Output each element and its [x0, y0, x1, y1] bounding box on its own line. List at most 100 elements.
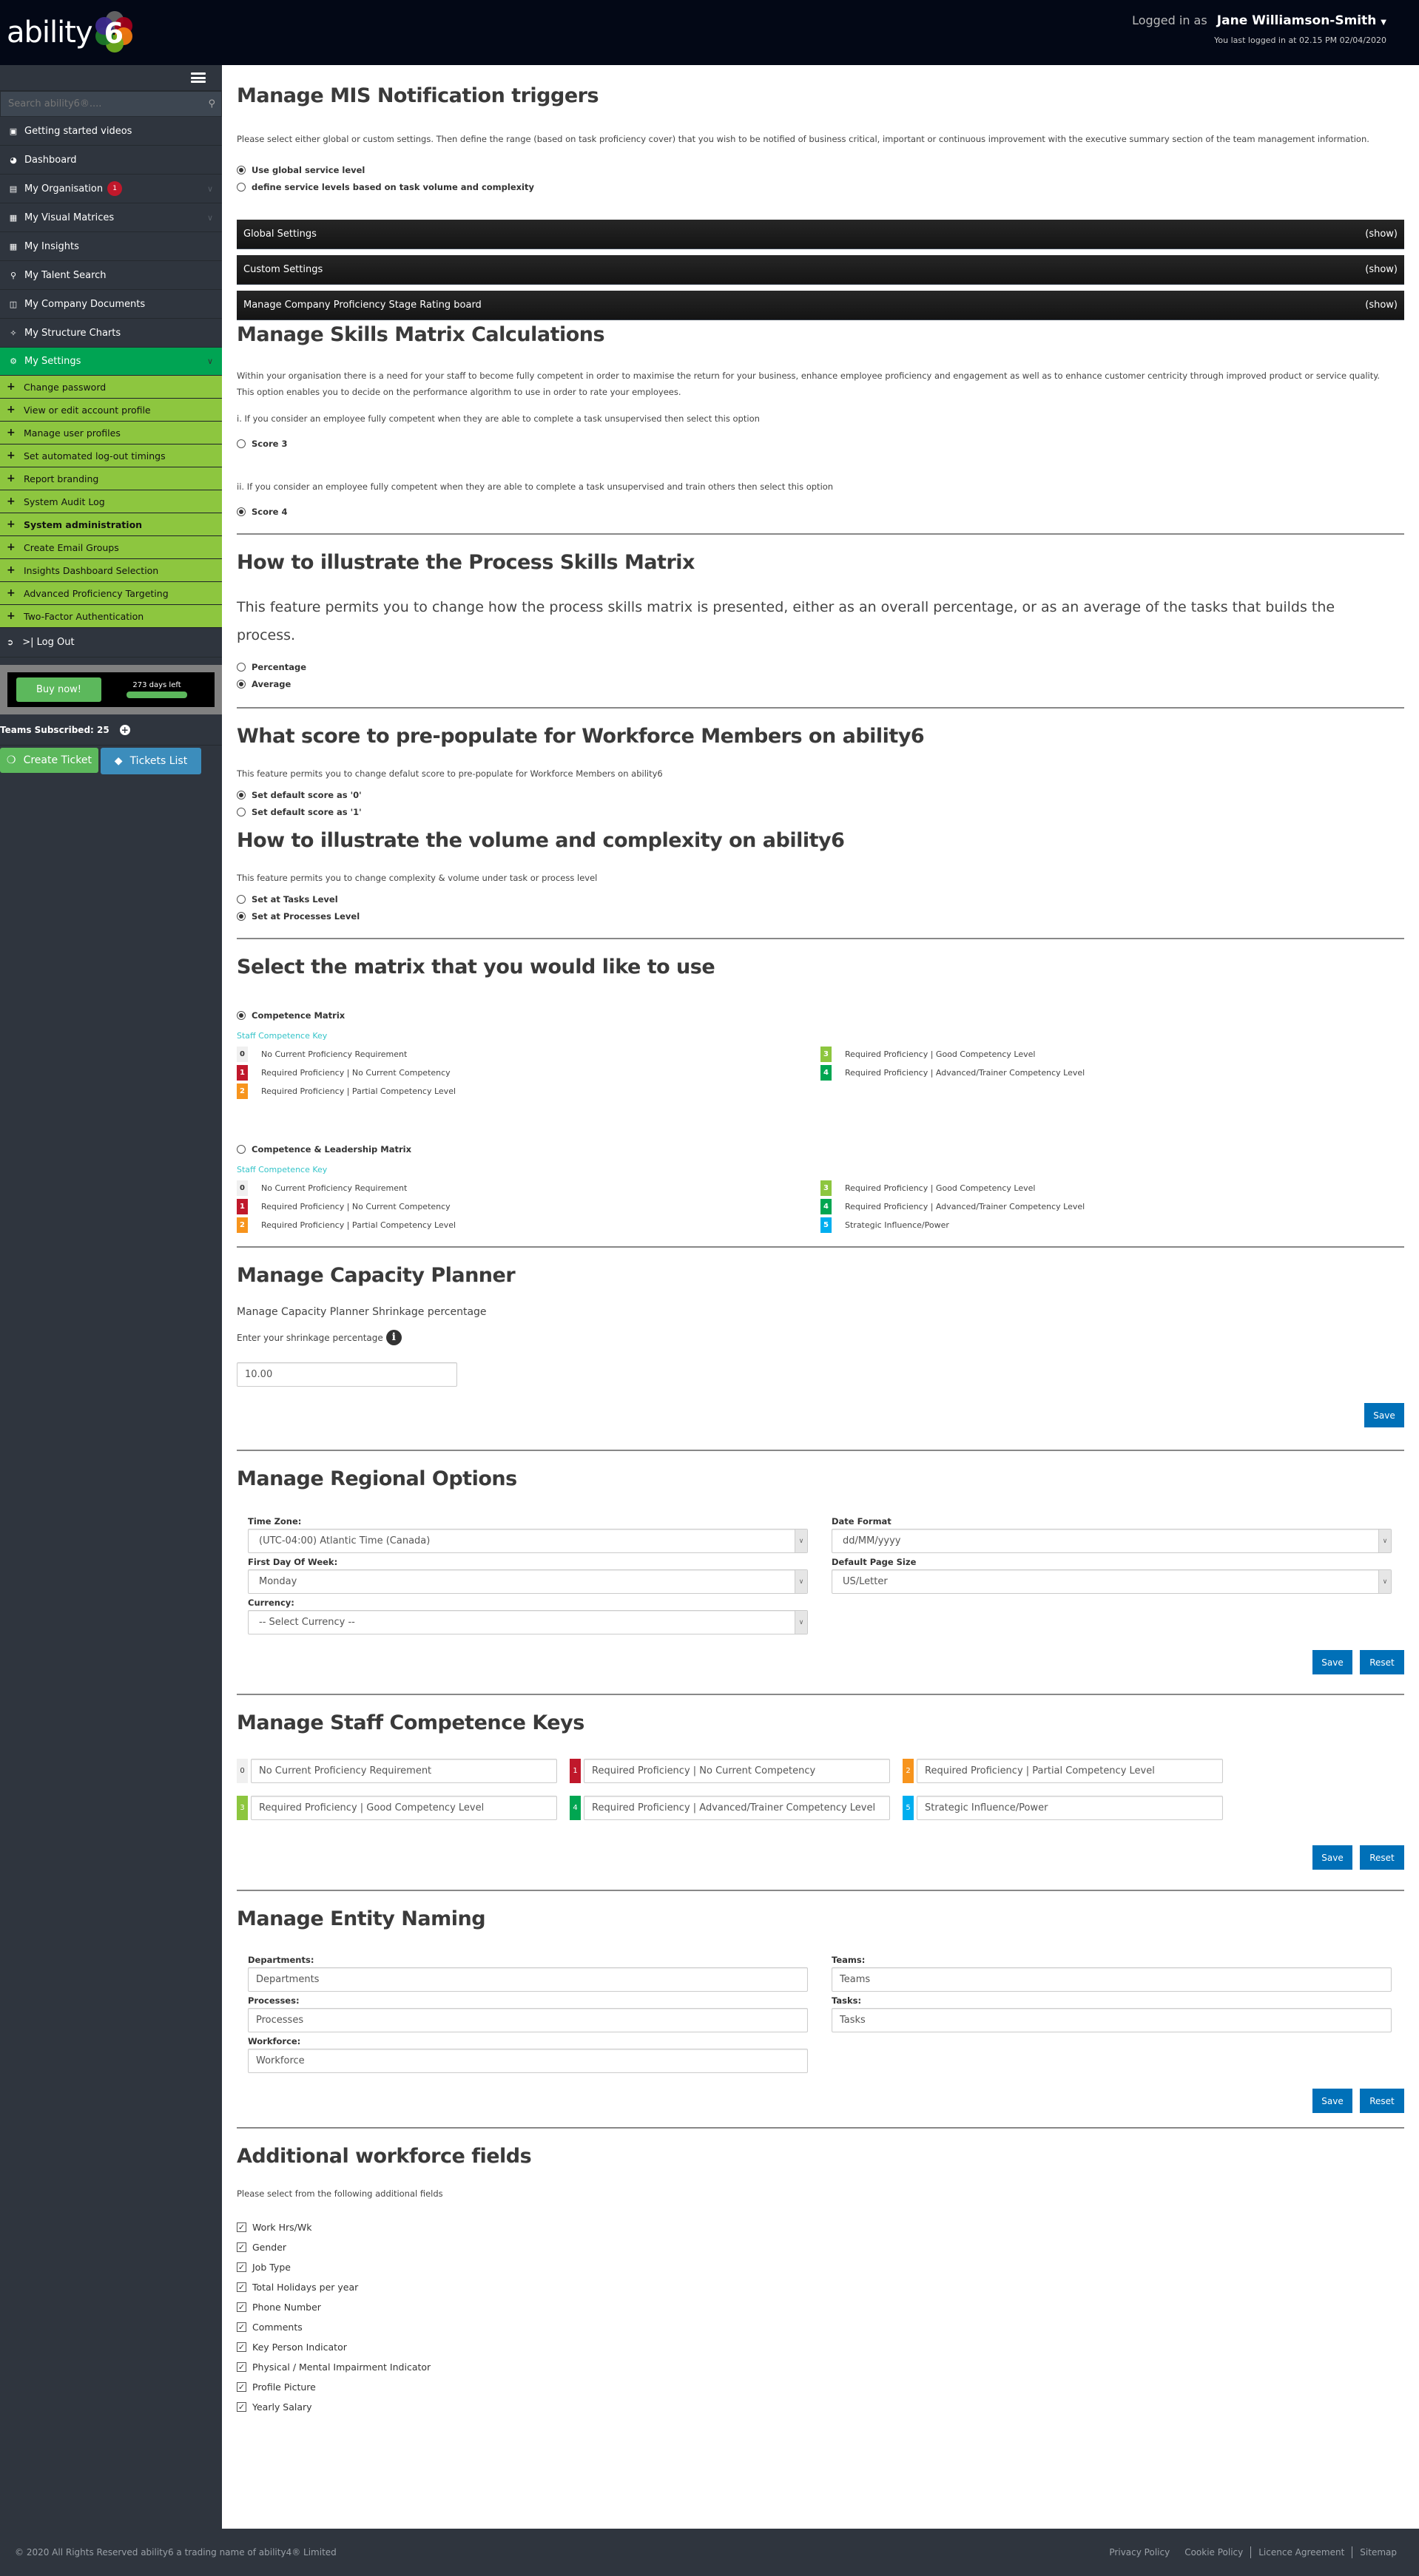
radio-button[interactable]	[237, 507, 246, 516]
additional-field-checkbox-row[interactable]: ✓ Comments	[237, 2317, 1404, 2337]
keys-save-button[interactable]: Save	[1312, 1845, 1352, 1870]
checkbox[interactable]: ✓	[237, 2222, 246, 2232]
logout-link[interactable]: ➲ >| Log Out	[0, 628, 222, 657]
radio-score-3[interactable]: Score 3	[237, 435, 1404, 452]
entity-reset-button[interactable]: Reset	[1360, 2089, 1404, 2113]
first-day-select[interactable]: Monday ∨	[248, 1569, 808, 1594]
radio-leadership-matrix[interactable]: Competence & Leadership Matrix	[237, 1140, 1404, 1157]
currency-select[interactable]: -- Select Currency -- ∨	[248, 1610, 808, 1634]
sidebar-subitem-system-administration[interactable]: + System administration	[0, 513, 222, 536]
additional-field-checkbox-row[interactable]: ✓ Job Type	[237, 2257, 1404, 2277]
show-toggle[interactable]: (show)	[1365, 229, 1398, 240]
sidebar-subitem-audit-log[interactable]: + System Audit Log	[0, 490, 222, 513]
additional-field-checkbox-row[interactable]: ✓ Yearly Salary	[237, 2397, 1404, 2417]
panel-global-settings[interactable]: Global Settings (show)	[237, 220, 1404, 249]
tickets-list-button[interactable]: ◆ Tickets List	[101, 748, 201, 774]
key-label-input[interactable]: Required Proficiency | Advanced/Trainer …	[584, 1796, 890, 1820]
teams-input[interactable]: Teams	[832, 1967, 1392, 1992]
checkbox[interactable]: ✓	[237, 2402, 246, 2412]
radio-processes-level[interactable]: Set at Processes Level	[237, 907, 1404, 924]
key-label-input[interactable]: Strategic Influence/Power	[917, 1796, 1223, 1820]
key-label-input[interactable]: Required Proficiency | Partial Competenc…	[917, 1759, 1223, 1783]
processes-input[interactable]: Processes	[248, 2008, 808, 2032]
footer-link[interactable]: Sitemap	[1352, 2547, 1404, 2558]
sidebar-subitem-proficiency-targeting[interactable]: + Advanced Proficiency Targeting	[0, 582, 222, 605]
checkbox[interactable]: ✓	[237, 2362, 246, 2372]
sidebar-subitem-change-password[interactable]: + Change password	[0, 376, 222, 399]
sidebar-item-my-organisation[interactable]: ▤ My Organisation 1 ∨	[0, 175, 222, 203]
sidebar-toggle[interactable]	[0, 65, 222, 91]
show-toggle[interactable]: (show)	[1365, 264, 1398, 275]
radio-button[interactable]	[237, 165, 246, 175]
capacity-save-button[interactable]: Save	[1364, 1403, 1404, 1427]
sidebar-subitem-report-branding[interactable]: + Report branding	[0, 467, 222, 490]
keys-reset-button[interactable]: Reset	[1360, 1845, 1404, 1870]
footer-link[interactable]: Licence Agreement	[1251, 2547, 1352, 2558]
checkbox[interactable]: ✓	[237, 2282, 246, 2292]
radio-button[interactable]	[237, 679, 246, 689]
tasks-input[interactable]: Tasks	[832, 2008, 1392, 2032]
buy-now-button[interactable]: Buy now!	[16, 677, 101, 702]
radio-custom-service-level[interactable]: define service levels based on task volu…	[237, 178, 1404, 195]
page-size-select[interactable]: US/Letter ∨	[832, 1569, 1392, 1594]
additional-field-checkbox-row[interactable]: ✓ Key Person Indicator	[237, 2337, 1404, 2357]
additional-field-checkbox-row[interactable]: ✓ Gender	[237, 2237, 1404, 2257]
entity-save-button[interactable]: Save	[1312, 2089, 1352, 2113]
panel-custom-settings[interactable]: Custom Settings (show)	[237, 255, 1404, 285]
radio-average[interactable]: Average	[237, 675, 1404, 692]
radio-default-score-0[interactable]: Set default score as '0'	[237, 786, 1404, 803]
checkbox[interactable]: ✓	[237, 2302, 246, 2312]
sidebar-subitem-two-factor[interactable]: + Two-Factor Authentication	[0, 605, 222, 628]
additional-field-checkbox-row[interactable]: ✓ Physical / Mental Impairment Indicator	[237, 2357, 1404, 2377]
radio-button[interactable]	[237, 439, 246, 448]
checkbox[interactable]: ✓	[237, 2262, 246, 2272]
date-format-select[interactable]: dd/MM/yyyy ∨	[832, 1529, 1392, 1553]
sidebar-item-talent-search[interactable]: ⚲ My Talent Search	[0, 261, 222, 290]
show-toggle[interactable]: (show)	[1365, 300, 1398, 311]
sidebar-subitem-user-profiles[interactable]: + Manage user profiles	[0, 422, 222, 444]
radio-button[interactable]	[237, 807, 246, 817]
additional-field-checkbox-row[interactable]: ✓ Work Hrs/Wk	[237, 2217, 1404, 2237]
shrinkage-input[interactable]: 10.00	[237, 1362, 457, 1387]
radio-percentage[interactable]: Percentage	[237, 658, 1404, 675]
create-ticket-button[interactable]: ❍ Create Ticket	[0, 748, 98, 773]
additional-field-checkbox-row[interactable]: ✓ Phone Number	[237, 2297, 1404, 2317]
checkbox[interactable]: ✓	[237, 2382, 246, 2392]
regional-save-button[interactable]: Save	[1312, 1650, 1352, 1674]
sidebar-item-dashboard[interactable]: ◕ Dashboard	[0, 146, 222, 175]
key-label-input[interactable]: No Current Proficiency Requirement	[251, 1759, 557, 1783]
sidebar-item-company-documents[interactable]: ◫ My Company Documents	[0, 290, 222, 319]
sidebar-item-my-settings[interactable]: ⚙ My Settings ∨	[0, 348, 222, 376]
radio-button[interactable]	[237, 662, 246, 672]
workforce-input[interactable]: Workforce	[248, 2049, 808, 2073]
radio-button[interactable]	[237, 1010, 246, 1020]
sidebar-item-getting-started[interactable]: ▣ Getting started videos	[0, 117, 222, 146]
radio-competence-matrix[interactable]: Competence Matrix	[237, 1007, 1404, 1024]
checkbox[interactable]: ✓	[237, 2342, 246, 2352]
user-menu-toggle[interactable]: Jane Williamson-Smith ▼	[1217, 13, 1386, 28]
panel-proficiency-rating-board[interactable]: Manage Company Proficiency Stage Rating …	[237, 291, 1404, 320]
sidebar-subitem-logout-timings[interactable]: + Set automated log-out timings	[0, 444, 222, 467]
radio-score-4[interactable]: Score 4	[237, 503, 1404, 520]
radio-tasks-level[interactable]: Set at Tasks Level	[237, 890, 1404, 907]
sidebar-item-structure-charts[interactable]: ✧ My Structure Charts	[0, 319, 222, 348]
regional-reset-button[interactable]: Reset	[1360, 1650, 1404, 1674]
sidebar-subitem-insights-dashboard[interactable]: + Insights Dashboard Selection	[0, 559, 222, 582]
radio-button[interactable]	[237, 1144, 246, 1154]
add-teams-icon[interactable]: +	[119, 724, 130, 735]
time-zone-select[interactable]: (UTC-04:00) Atlantic Time (Canada) ∨	[248, 1529, 808, 1553]
checkbox[interactable]: ✓	[237, 2322, 246, 2332]
search-icon[interactable]: ⚲	[208, 98, 215, 109]
info-icon[interactable]: i	[385, 1330, 402, 1345]
radio-button[interactable]	[237, 182, 246, 192]
key-label-input[interactable]: Required Proficiency | No Current Compet…	[584, 1759, 890, 1783]
footer-link[interactable]: Cookie Policy	[1177, 2547, 1250, 2558]
checkbox[interactable]: ✓	[237, 2242, 246, 2252]
sidebar-item-visual-matrices[interactable]: ▦ My Visual Matrices ∨	[0, 203, 222, 232]
sidebar-subitem-account-profile[interactable]: + View or edit account profile	[0, 399, 222, 422]
radio-button[interactable]	[237, 894, 246, 904]
radio-default-score-1[interactable]: Set default score as '1'	[237, 803, 1404, 820]
departments-input[interactable]: Departments	[248, 1967, 808, 1992]
ability6-logo[interactable]: ability 6	[7, 10, 132, 55]
radio-global-service-level[interactable]: Use global service level	[237, 161, 1404, 178]
